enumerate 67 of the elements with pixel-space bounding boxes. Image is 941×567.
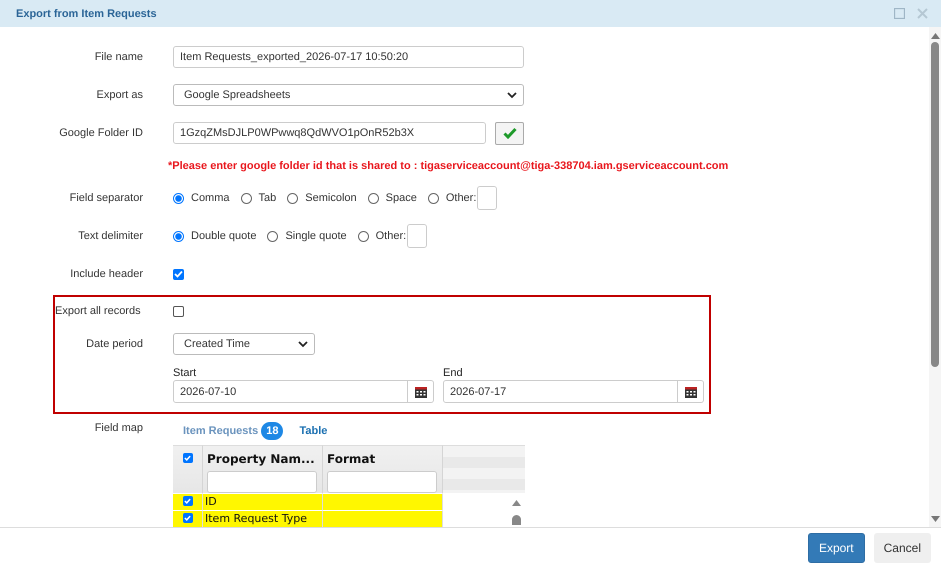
folder-id-field[interactable]: 1GzqZMsDJLP0WPwwq8QdWVO1pOnR52b3X (173, 122, 486, 144)
tab[interactable]: Table (299, 425, 328, 437)
scrollbar-thumb[interactable] (931, 42, 939, 367)
calendar-icon (414, 386, 426, 398)
radio-label[interactable]: Other: (376, 230, 406, 242)
field-label: File name (94, 51, 143, 63)
calendar-icon (684, 386, 696, 398)
scroll-up-icon[interactable] (930, 33, 940, 39)
radio-button[interactable] (240, 192, 252, 204)
checkbox[interactable] (173, 268, 184, 280)
field-label: Google Folder ID (58, 127, 143, 139)
field-label: Field separator (68, 192, 143, 204)
field-label: Export as (96, 89, 143, 101)
scrollbar[interactable] (929, 27, 941, 527)
chevron-icon (507, 92, 517, 98)
radio-button[interactable] (428, 192, 439, 204)
table-cell: Item Request Type (203, 510, 323, 527)
date-field[interactable]: 2026-07-10 (173, 380, 408, 403)
date-label: Start (173, 367, 198, 380)
radio-label[interactable]: Double quote (191, 230, 256, 242)
table-cell: ID (203, 493, 323, 510)
radio-button[interactable] (358, 230, 369, 242)
date-field[interactable]: 2026-07-17 (443, 380, 678, 403)
scroll-up-icon[interactable] (512, 500, 521, 506)
calendar-button[interactable] (408, 380, 434, 403)
date-period-dropdown[interactable]: Created Time (173, 333, 315, 355)
other-input-field[interactable] (477, 186, 498, 210)
field-label: Text delimiter (77, 230, 143, 242)
radio-label[interactable]: Other: (446, 192, 476, 204)
radio-button[interactable] (287, 192, 298, 204)
column-header: Property Nam... (207, 452, 316, 466)
radio-button[interactable] (368, 192, 379, 204)
date-label: End (443, 367, 464, 380)
radio-label[interactable]: Tab (258, 192, 276, 204)
radio-label[interactable]: Semicolon (305, 192, 357, 204)
verify-button[interactable] (495, 122, 524, 144)
filter-field[interactable] (327, 471, 437, 493)
calendar-button[interactable] (678, 380, 704, 403)
warning-message: *Please enter google folder id that is shared to : tigaserviceaccount@tiga-338704.iam.gserviceaccount.com (168, 160, 728, 172)
checkbox[interactable] (182, 496, 192, 506)
scroll-down-icon[interactable] (930, 516, 940, 522)
file-name-field[interactable]: Item Requests_exported_2026-07-17 10:50:20 (173, 46, 524, 68)
checkbox[interactable] (182, 513, 192, 523)
other-input-field[interactable] (407, 224, 428, 248)
field-label: Export all records (55, 305, 142, 317)
radio-button[interactable] (267, 230, 278, 242)
field-label: Date period (85, 338, 143, 350)
window-title: Export from Item Requests (16, 8, 157, 20)
cancel-button[interactable]: Cancel (874, 532, 931, 562)
radio-label[interactable]: Comma (191, 192, 230, 204)
export-format-dropdown[interactable]: Google Spreadsheets (173, 84, 524, 106)
scrollbar-thumb-icon[interactable] (512, 514, 521, 524)
count-badge: 18 (261, 422, 284, 440)
checkmark-icon (502, 127, 516, 139)
field-label: Field map (94, 421, 143, 434)
field-label: Include header (69, 268, 143, 280)
radio-button[interactable] (173, 230, 184, 242)
radio-button[interactable] (173, 192, 184, 204)
chevron-icon (298, 340, 308, 348)
export-button[interactable]: Export (808, 532, 865, 562)
column-header: Format (327, 452, 376, 466)
radio-label[interactable]: Single quote (285, 230, 347, 242)
filter-field[interactable] (207, 471, 317, 493)
checkbox[interactable] (182, 453, 192, 463)
radio-label[interactable]: Space (386, 192, 417, 204)
checkbox[interactable] (173, 306, 184, 316)
tab[interactable]: Item Requests 18 (183, 422, 284, 440)
